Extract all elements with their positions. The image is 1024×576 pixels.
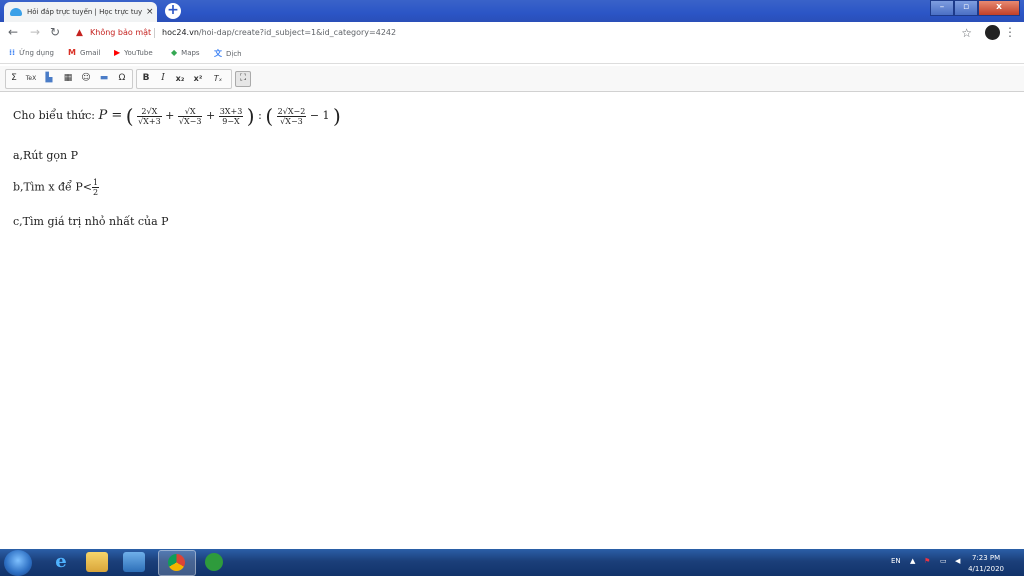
bookmark-label: Maps: [181, 48, 200, 57]
reload-icon[interactable]: ↻: [50, 25, 60, 39]
table-icon[interactable]: ▦: [61, 72, 75, 85]
start-button[interactable]: [4, 550, 32, 576]
fraction-3: 3X+3 9−X: [218, 106, 244, 126]
bookmarks-bar: ⁞⁞ Ứng dụng M Gmail ▶ YouTube ◆ Maps 文 Dịch: [0, 44, 1024, 64]
paren-open: (: [265, 104, 274, 128]
tray-expand-icon[interactable]: ▲: [910, 557, 915, 565]
flag-icon[interactable]: ⚑: [924, 557, 930, 565]
f2-num: √X: [177, 107, 203, 117]
tab-close-icon[interactable]: ×: [146, 7, 154, 17]
question-a: a,Rút gọn P: [13, 149, 78, 162]
language-indicator[interactable]: EN: [891, 557, 901, 565]
close-window-button[interactable]: x: [978, 0, 1020, 16]
maximize-editor-icon[interactable]: ⛶: [235, 71, 251, 87]
clock[interactable]: 7:23 PM 4/11/2020: [968, 553, 1004, 575]
new-tab-button[interactable]: +: [165, 3, 181, 19]
plus-sign: +: [165, 109, 175, 122]
gmail-icon: M: [68, 48, 76, 57]
paren-close: ): [333, 104, 341, 128]
plus-sign: +: [205, 109, 216, 122]
window-controls: – ▫ x: [930, 0, 1020, 16]
fraction-half: 12: [91, 178, 100, 197]
file-explorer-icon[interactable]: [86, 552, 108, 572]
chrome-taskbar-button[interactable]: [158, 550, 196, 576]
windows-taskbar: e EN ▲ ⚑ ▭ ◀ 7:23 PM 4/11/2020: [0, 549, 1024, 576]
translate-icon: 文: [214, 49, 222, 58]
f1-den: √X+3: [138, 116, 161, 126]
f3-num: 3X+3: [218, 106, 244, 117]
f4-den: √X−3: [280, 116, 303, 126]
maps-icon: ◆: [171, 48, 178, 57]
horizontal-line-icon[interactable]: ▬: [97, 72, 111, 85]
italic-button[interactable]: I: [156, 72, 170, 85]
formula-line: Cho biểu thức: P = ( 2√X √X+3 + √X √X−3 + …: [13, 104, 341, 128]
warning-icon[interactable]: ▲: [76, 28, 83, 38]
profile-avatar[interactable]: [985, 25, 1000, 40]
bookmark-youtube[interactable]: ▶ YouTube: [114, 48, 153, 57]
browser-titlebar: Hỏi đáp trực tuyến | Học trực tuy × + – …: [0, 0, 1024, 22]
app-icon[interactable]: [205, 553, 223, 571]
special-char-button[interactable]: Ω: [115, 72, 129, 85]
security-status[interactable]: Không bảo mật: [90, 28, 151, 37]
internet-explorer-icon[interactable]: e: [50, 552, 72, 572]
maximize-button[interactable]: ▫: [954, 0, 978, 16]
bookmark-star-icon[interactable]: ☆: [961, 26, 972, 40]
url-path: /hoi-dap/create?id_subject=1&id_category…: [198, 28, 397, 37]
f3-den: 9−X: [222, 116, 240, 126]
bookmark-gmail[interactable]: M Gmail: [68, 48, 100, 57]
bookmark-translate[interactable]: 文 Dịch: [214, 48, 242, 59]
bookmark-apps[interactable]: ⁞⁞ Ứng dụng: [9, 48, 54, 57]
smiley-icon[interactable]: ☺: [79, 72, 93, 85]
f2-den: √X−3: [178, 116, 202, 126]
half-den: 2: [92, 188, 99, 197]
image-icon[interactable]: ▙: [42, 72, 56, 85]
media-player-icon[interactable]: [123, 552, 145, 572]
tex-button[interactable]: TeX: [24, 72, 38, 85]
url-host: hoc24.vn: [162, 28, 199, 37]
half-num: 1: [91, 178, 100, 188]
volume-icon[interactable]: ◀: [955, 557, 960, 565]
fraction-1: 2√X √X+3: [137, 107, 162, 126]
bookmark-label: Ứng dụng: [19, 48, 54, 57]
paren-close: ): [246, 104, 255, 128]
address-bar-row: ← → ↻ ▲ Không bảo mật hoc24.vn/hoi-dap/c…: [0, 22, 1024, 44]
remove-format-button[interactable]: Tₓ: [211, 72, 225, 85]
bookmark-label: Dịch: [226, 49, 242, 58]
clock-time: 7:23 PM: [971, 554, 1001, 562]
fraction-2: √X √X−3: [177, 107, 203, 126]
url-field[interactable]: hoc24.vn/hoi-dap/create?id_subject=1&id_…: [162, 28, 396, 37]
bookmark-label: YouTube: [124, 48, 153, 57]
youtube-icon: ▶: [114, 48, 121, 57]
editor-toolbar: Σ TeX ▙ ▦ ☺ ▬ Ω B I x₂ x² Tₓ ⛶: [0, 66, 1024, 92]
minus-one: − 1: [309, 109, 330, 122]
apps-icon: ⁞⁞: [9, 48, 16, 57]
f4-num: 2√X−2: [276, 106, 307, 117]
network-icon[interactable]: ▭: [940, 557, 947, 565]
minimize-button[interactable]: –: [930, 0, 954, 16]
chrome-icon: [168, 554, 185, 571]
superscript-button[interactable]: x²: [191, 72, 205, 85]
question-b-text: b,Tìm x để P<: [13, 180, 92, 194]
forward-icon[interactable]: →: [30, 25, 40, 39]
f1-num: 2√X: [137, 107, 162, 117]
tab-title: Hỏi đáp trực tuyến | Học trực tuy: [27, 8, 142, 16]
bookmark-label: Gmail: [79, 48, 101, 57]
subscript-button[interactable]: x₂: [173, 72, 187, 85]
divider: [154, 28, 155, 38]
intro-text: Cho biểu thức:: [13, 109, 99, 122]
bold-button[interactable]: B: [139, 72, 153, 85]
menu-icon[interactable]: ⋮: [1004, 25, 1016, 39]
clock-date: 4/11/2020: [968, 565, 1004, 573]
paren-open: (: [125, 104, 134, 128]
formula-p: P =: [98, 108, 123, 123]
math-sum-button[interactable]: Σ: [8, 72, 20, 85]
back-icon[interactable]: ←: [8, 25, 18, 39]
question-b: b,Tìm x để P< 1 2: [13, 178, 100, 197]
site-favicon-icon: [10, 8, 22, 16]
colon: :: [258, 109, 262, 122]
browser-tab[interactable]: Hỏi đáp trực tuyến | Học trực tuy ×: [4, 2, 157, 22]
fraction-4: 2√X−2 √X−3: [276, 106, 307, 126]
bookmark-maps[interactable]: ◆ Maps: [171, 48, 200, 57]
question-c: c,Tìm giá trị nhỏ nhất của P: [13, 215, 169, 228]
